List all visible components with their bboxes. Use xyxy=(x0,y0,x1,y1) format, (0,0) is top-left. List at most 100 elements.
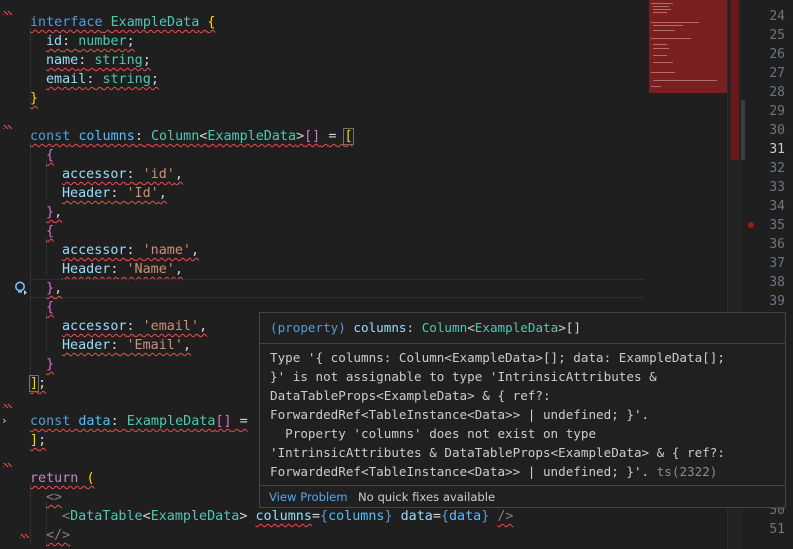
string: 'Name' xyxy=(126,262,175,277)
string: 'Id' xyxy=(126,186,159,201)
code-line[interactable]: email: string; xyxy=(46,70,159,89)
signature-prefix: (property) xyxy=(270,320,346,335)
line-number: 39 xyxy=(769,294,785,309)
line-number: 24 xyxy=(769,9,785,24)
variable: columns xyxy=(78,129,135,144)
code-line[interactable]: ]; xyxy=(30,431,46,450)
code-line[interactable]: interface ExampleData { xyxy=(30,13,215,32)
code-line[interactable]: <DataTable<ExampleData> columns={columns… xyxy=(62,507,514,526)
punct: : xyxy=(110,338,119,353)
indent-guide xyxy=(30,484,31,544)
code-line[interactable]: const data: ExampleData[] = xyxy=(30,412,248,431)
line-number: 26 xyxy=(769,47,785,62)
code-line[interactable]: return ( xyxy=(30,469,95,488)
punct: , xyxy=(182,338,191,353)
code-line[interactable]: </> xyxy=(46,526,70,545)
paren: ( xyxy=(86,471,95,486)
property: Header xyxy=(62,338,111,353)
minimap-line xyxy=(653,6,669,7)
punct: , xyxy=(191,243,200,258)
code-line[interactable]: const columns: Column<ExampleData>[] = [ xyxy=(30,127,354,146)
line-number: 32 xyxy=(769,161,785,176)
punct: : xyxy=(78,53,87,68)
message-line: Property 'columns' does not exist on typ… xyxy=(270,426,597,441)
punct: : xyxy=(126,243,135,258)
brace: } xyxy=(46,205,55,220)
error-squiggle xyxy=(3,463,12,467)
code-line[interactable]: { xyxy=(46,222,54,241)
punct: : xyxy=(126,167,135,182)
punct: : xyxy=(110,262,119,277)
variable: data xyxy=(449,509,482,524)
variable: data xyxy=(78,414,111,429)
code-editor[interactable]: interface ExampleData { id: number; name… xyxy=(0,0,793,549)
code-line[interactable]: }, xyxy=(46,203,62,222)
punct: < xyxy=(142,509,151,524)
string: 'Email' xyxy=(126,338,183,353)
message-line: Type '{ columns: Column<ExampleData>[]; … xyxy=(270,350,725,365)
line-number: 29 xyxy=(769,104,785,119)
line-number: 34 xyxy=(769,199,785,214)
property: id xyxy=(46,34,63,49)
property: accessor xyxy=(62,319,127,334)
view-problem-link[interactable]: View Problem xyxy=(269,490,348,504)
punct: = xyxy=(432,509,441,524)
code-line[interactable]: Header: 'Id', xyxy=(62,184,167,203)
scrollbar-thumb[interactable] xyxy=(741,100,745,160)
property: name xyxy=(46,53,79,68)
line-number: 27 xyxy=(769,66,785,81)
punct: : xyxy=(86,72,95,87)
line-number: 38 xyxy=(769,275,785,290)
brace: } xyxy=(30,91,39,106)
hover-signature: (property) columns: Column<ExampleData>[… xyxy=(270,320,581,335)
punct: : xyxy=(406,320,415,335)
minimap-line xyxy=(653,80,717,81)
punct: , xyxy=(199,319,208,334)
punct: , xyxy=(54,281,63,296)
brace: { xyxy=(46,148,55,163)
punct: >[] xyxy=(558,320,581,335)
jsx-tag: DataTable xyxy=(70,509,143,524)
punct: = xyxy=(328,129,337,144)
jsx-fragment: <> xyxy=(46,490,63,505)
punct: = xyxy=(239,414,248,429)
type-name: ExampleData xyxy=(207,129,297,144)
code-line[interactable]: } xyxy=(30,89,38,108)
property: accessor xyxy=(62,243,127,258)
code-line[interactable]: accessor: 'id', xyxy=(62,165,183,184)
error-squiggle xyxy=(3,404,12,408)
line-number: 25 xyxy=(769,28,785,43)
bracket: [] xyxy=(304,129,321,144)
minimap-line xyxy=(651,72,675,73)
punct: , xyxy=(174,167,183,182)
punct: , xyxy=(158,186,167,201)
punct: ; xyxy=(38,433,47,448)
keyword: const xyxy=(30,414,71,429)
code-line[interactable]: { xyxy=(46,298,54,317)
line-number: 30 xyxy=(769,123,785,138)
code-line[interactable]: name: string; xyxy=(46,51,151,70)
code-line[interactable]: Header: 'Email', xyxy=(62,336,191,355)
code-line[interactable]: ]; xyxy=(28,374,46,393)
hover-message: Type '{ columns: Column<ExampleData>[]; … xyxy=(270,348,780,481)
hover-divider xyxy=(260,343,785,344)
string: 'email' xyxy=(142,319,200,334)
message-line: ForwardedRef<TableInstance<Data>> | unde… xyxy=(270,462,780,481)
error-squiggle xyxy=(20,534,29,538)
bracket: [ xyxy=(343,128,354,145)
code-line[interactable]: accessor: 'email', xyxy=(62,317,207,336)
hover-footer: View Problem No quick fixes available xyxy=(260,485,785,507)
code-line[interactable]: <> xyxy=(46,488,62,507)
code-line[interactable]: }, xyxy=(46,279,62,298)
code-line[interactable]: { xyxy=(46,146,54,165)
code-line[interactable]: id: number; xyxy=(46,32,135,51)
message-line: ForwardedRef<TableInstance<Data>> | unde… xyxy=(270,407,650,422)
punct: > xyxy=(296,129,305,144)
code-line[interactable]: Header: 'Name', xyxy=(62,260,183,279)
punct: < xyxy=(62,509,71,524)
lightbulb-icon[interactable] xyxy=(14,281,28,295)
minimap-line xyxy=(651,22,699,23)
code-line[interactable]: } xyxy=(46,355,54,374)
code-line[interactable]: accessor: 'name', xyxy=(62,241,199,260)
line-number: 36 xyxy=(769,237,785,252)
